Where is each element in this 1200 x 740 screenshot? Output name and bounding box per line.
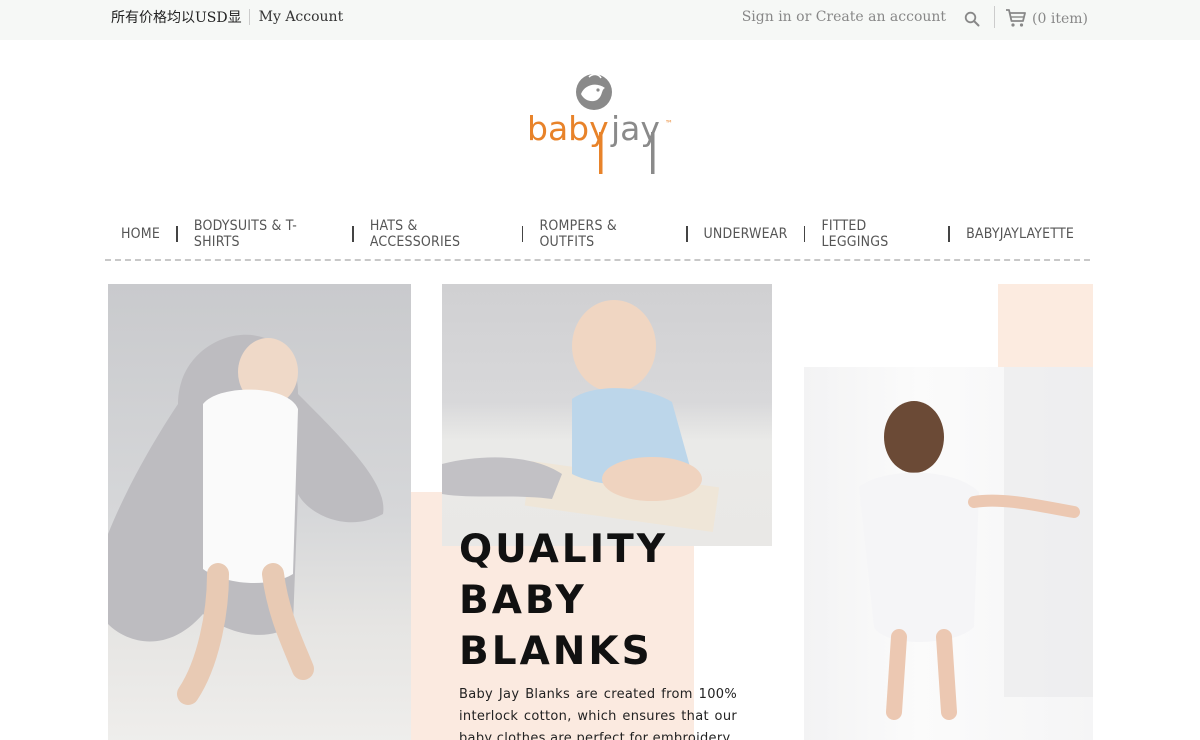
- hero-photo-baby-sitting[interactable]: [442, 284, 772, 546]
- top-bar: 所有价格均以USD显 My Account Sign in or Create …: [0, 0, 1200, 40]
- peach-accent-block: [998, 284, 1093, 367]
- hero-photo-toddler-window[interactable]: [804, 367, 1093, 740]
- divider: [248, 9, 250, 25]
- search-icon[interactable]: [964, 11, 980, 27]
- nav-item-underwear[interactable]: UNDERWEAR: [688, 226, 804, 242]
- nav-item-home[interactable]: HOME: [105, 226, 176, 242]
- main-nav: HOME BODYSUITS & T-SHIRTS HATS & ACCESSO…: [105, 218, 1090, 250]
- hero-body-text: Baby Jay Blanks are created from 100% in…: [459, 687, 737, 740]
- top-bar-right: Sign in or Create an account (0 item): [742, 6, 1088, 28]
- bird-logo-icon: [576, 73, 612, 110]
- nav-item-leggings[interactable]: FITTED LEGGINGS: [805, 218, 948, 250]
- nav-item-layette[interactable]: BABYJAYLAYETTE: [950, 226, 1090, 242]
- nav-item-bodysuits[interactable]: BODYSUITS & T-SHIRTS: [178, 218, 352, 250]
- nav-dashed-divider: [105, 259, 1090, 261]
- logo-drip-orange: [599, 132, 603, 174]
- nav-item-hats[interactable]: HATS & ACCESSORIES: [354, 218, 522, 250]
- hero-photo-baby-blanket[interactable]: [108, 284, 411, 740]
- babyjay-logo[interactable]: baby jay ™: [527, 72, 677, 178]
- nav-item-rompers[interactable]: ROMPERS & OUTFITS: [523, 218, 685, 250]
- baby-blanket-illustration: [108, 334, 384, 705]
- headline-line: QUALITY: [459, 527, 669, 572]
- logo-trademark: ™: [665, 119, 673, 128]
- cart-icon[interactable]: [1005, 8, 1027, 28]
- baby-sitting-illustration: [442, 300, 720, 532]
- cart-count[interactable]: (0 item): [1032, 11, 1088, 27]
- headline-line: BLANKS: [459, 629, 653, 674]
- hero-headline: QUALITY BABY BLANKS: [459, 524, 668, 677]
- sign-in-link[interactable]: Sign in or Create an account: [742, 9, 946, 25]
- toddler-window-illustration: [859, 367, 1093, 720]
- my-account-link[interactable]: My Account: [259, 9, 344, 25]
- logo-drip-gray: [651, 132, 655, 174]
- currency-notice: 所有价格均以USD显: [111, 10, 242, 26]
- headline-line: BABY: [459, 578, 587, 623]
- divider: [994, 6, 996, 28]
- logo-text-baby: baby: [527, 109, 609, 148]
- top-bar-left: 所有价格均以USD显 My Account: [111, 7, 343, 27]
